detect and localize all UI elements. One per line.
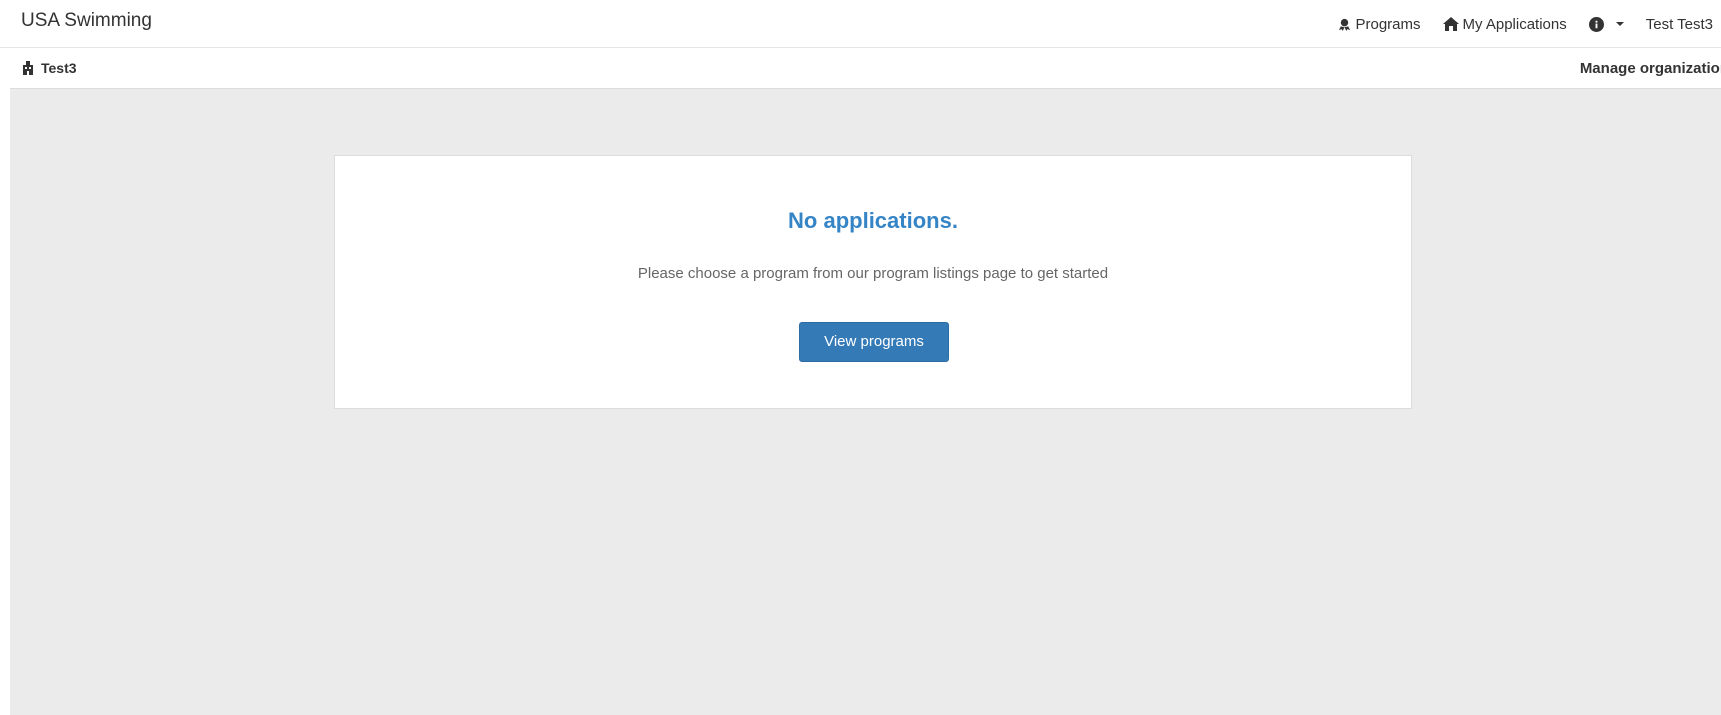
nav-right: Programs My Applications Test Test3 (1316, 0, 1721, 48)
building-icon (23, 61, 33, 75)
left-gutter (0, 49, 10, 715)
empty-state-message: Please choose a program from our program… (637, 265, 1109, 282)
info-icon (1588, 16, 1604, 32)
nav-my-applications[interactable]: My Applications (1442, 15, 1567, 33)
empty-state-title: No applications. (788, 208, 958, 233)
home-icon (1442, 17, 1459, 31)
user-menu[interactable]: Test Test3 (1646, 16, 1721, 33)
help-dropdown[interactable] (1588, 16, 1624, 32)
nav-programs-label: Programs (1355, 15, 1421, 33)
award-icon (1339, 18, 1351, 31)
org-bar: Test3 Manage organization (10, 49, 1721, 89)
main-content: No applications. Please choose a program… (10, 89, 1721, 715)
org-name: Test3 (41, 60, 77, 76)
manage-organization-link[interactable]: Manage organization (1580, 60, 1721, 77)
org-title: Test3 (21, 60, 77, 76)
view-programs-button[interactable]: View programs (799, 322, 949, 362)
nav-my-applications-label: My Applications (1462, 15, 1567, 33)
page: USA Swimming Programs My Applications Te… (0, 0, 1721, 715)
top-navbar: USA Swimming Programs My Applications Te… (0, 0, 1721, 48)
empty-state-card: No applications. Please choose a program… (334, 155, 1412, 409)
brand-link[interactable]: USA Swimming (21, 10, 152, 32)
user-name: Test Test3 (1645, 15, 1713, 33)
nav-programs[interactable]: Programs (1338, 15, 1421, 33)
chevron-down-icon (1615, 22, 1624, 26)
